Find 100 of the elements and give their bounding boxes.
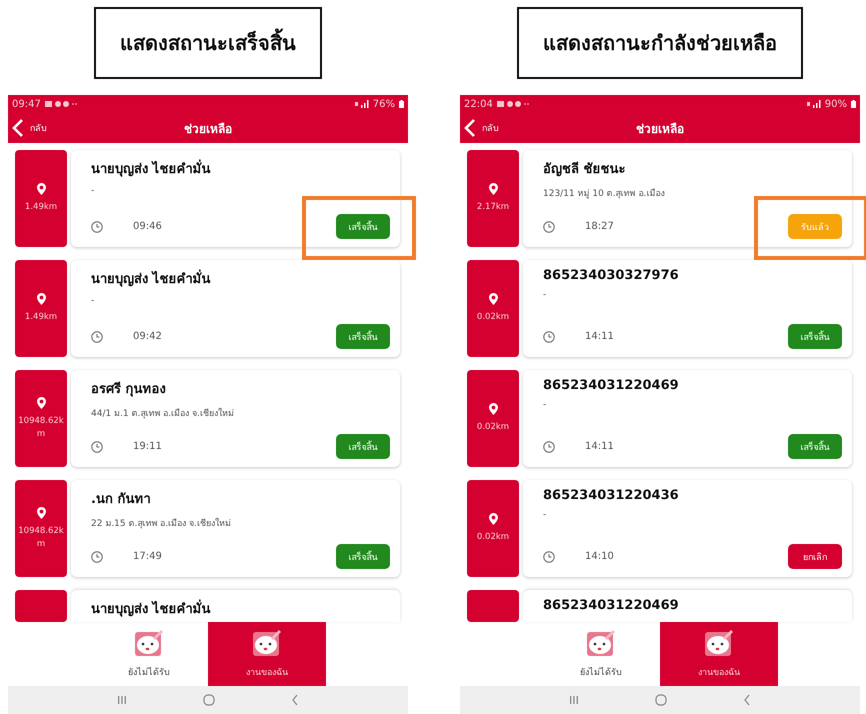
status-button[interactable]: เสร็จสิ้น [336,324,390,349]
location-pin-icon [36,396,46,409]
request-card[interactable]: 865234031220469 - 14:11 เสร็จสิ้น [523,370,852,467]
status-button[interactable]: เสร็จสิ้น [788,324,842,349]
cartoon-face-icon [134,629,164,657]
signal-icon [354,100,369,108]
address-text: - [543,290,548,300]
status-button[interactable]: เสร็จสิ้น [336,434,390,459]
distance-text: 1.49km [24,311,58,324]
address-text: - [91,296,96,306]
status-button[interactable]: ยกเลิก [788,544,842,569]
distance-tile[interactable] [467,590,519,622]
status-button[interactable]: เสร็จสิ้น [336,214,390,239]
requester-name: 865234030327976 [543,268,680,283]
clock-icon [543,220,555,232]
address-text: - [543,510,548,520]
caption-label: แสดงสถานะเสร็จสิ้น [94,7,322,79]
back-chevron-icon [12,118,24,138]
distance-tile[interactable]: 1.49km [15,260,67,357]
page-title: ช่วยเหลือ [636,120,684,138]
cartoon-face-icon [704,629,734,657]
back-icon[interactable] [291,694,299,706]
requester-name: อัญชลี ชัยชนะ [543,160,627,179]
distance-tile[interactable]: 10948.62km [15,370,67,467]
distance-tile[interactable]: 0.02km [467,260,519,357]
time-text: 18:27 [585,221,614,232]
address-text: - [543,400,548,410]
notification-icons-drawing [496,100,531,108]
clock-icon [91,330,103,342]
bottom-tab[interactable]: งานของฉัน [208,622,326,686]
distance-tile[interactable]: 0.02km [467,370,519,467]
requester-name: นายบุญส่ง ไชยคำมั่น [91,268,390,289]
status-time: 22:04 [464,98,493,110]
distance-text: 0.02km [476,531,510,544]
requester-name: นายบุญส่ง ไชยคำมั่น [91,598,390,619]
address-text: 123/11 หมู่ 10 ต.สุเทพ อ.เมือง [543,188,666,200]
request-card[interactable]: .นก กันทา 22 ม.15 ต.สุเทพ อ.เมือง จ.เชียงใหม่ 17:49 เสร็จสิ้น [71,480,400,577]
time-text: 14:11 [585,441,614,452]
request-card[interactable]: 865234031220436 - 14:10 ยกเลิก [523,480,852,577]
distance-text: 2.17km [476,201,510,214]
home-icon[interactable] [203,694,215,706]
back-button[interactable]: กลับ [8,118,51,138]
clock-icon [91,220,103,232]
request-card[interactable]: อรศรี กุนทอง 44/1 ม.1 ต.สุเทพ อ.เมือง จ.เชียงใหม่ 19:11 เสร็จสิ้น [71,370,400,467]
recent-apps-icon[interactable] [569,695,579,705]
requester-name: 865234031220436 [543,488,680,503]
home-icon[interactable] [655,694,667,706]
time-text: 09:42 [133,331,162,342]
location-pin-icon [36,506,46,519]
battery-icon [851,100,856,108]
location-pin-icon [488,293,498,306]
status-button[interactable]: เสร็จสิ้น [336,544,390,569]
back-button[interactable]: กลับ [460,118,503,138]
distance-tile[interactable]: 2.17km [467,150,519,247]
distance-text: 10948.62km [17,524,65,550]
location-pin-icon [36,293,46,306]
distance-text: 0.02km [476,421,510,434]
request-card[interactable]: อัญชลี ชัยชนะ 123/11 หมู่ 10 ต.สุเทพ อ.เมือง 18:27 รับแล้ว [523,150,852,247]
request-card[interactable]: 865234031220469 [523,590,852,622]
location-pin-icon [488,513,498,526]
clock-icon [543,330,555,342]
distance-text: 1.49km [24,201,58,214]
requester-name: อรศรี กุนทอง [91,380,167,399]
recent-apps-icon[interactable] [117,695,127,705]
time-text: 14:10 [585,551,614,562]
address-text: 44/1 ม.1 ต.สุเทพ อ.เมือง จ.เชียงใหม่ [91,406,235,420]
cartoon-face-icon [252,629,282,657]
distance-tile[interactable]: 0.02km [467,480,519,577]
notification-icons-drawing [44,100,79,108]
clock-icon [91,440,103,452]
battery-percent: 90% [824,98,847,110]
clock-icon [543,440,555,452]
request-card[interactable]: นายบุญส่ง ไชยคำมั่น [71,590,400,622]
status-time: 09:47 [12,98,41,110]
distance-tile[interactable] [15,590,67,622]
requester-name: .นก กันทา [91,491,152,509]
request-card[interactable]: 865234030327976 - 14:11 เสร็จสิ้น [523,260,852,357]
time-text: 19:11 [133,441,162,452]
request-card[interactable]: นายบุญส่ง ไชยคำมั่น - 09:46 เสร็จสิ้น [71,150,400,247]
back-icon[interactable] [743,694,751,706]
back-chevron-icon [464,118,476,138]
battery-icon [399,100,404,108]
address-text: - [91,186,96,196]
distance-tile[interactable]: 10948.62km [15,480,67,577]
location-pin-icon [488,183,498,196]
bottom-tab[interactable]: งานของฉัน [660,622,778,686]
requester-name: 865234031220469 [543,378,680,393]
distance-text: 10948.62km [17,414,65,440]
status-button[interactable]: เสร็จสิ้น [788,434,842,459]
battery-percent: 76% [372,98,395,110]
caption-label: แสดงสถานะกำลังช่วยเหลือ [517,7,803,79]
distance-tile[interactable]: 1.49km [15,150,67,247]
request-card[interactable]: นายบุญส่ง ไชยคำมั่น - 09:42 เสร็จสิ้น [71,260,400,357]
page-title: ช่วยเหลือ [184,120,232,138]
signal-icon [806,100,821,108]
cartoon-face-icon [586,629,616,657]
location-pin-icon [36,183,46,196]
requester-name: นายบุญส่ง ไชยคำมั่น [91,158,390,179]
clock-icon [91,550,103,562]
clock-icon [543,550,555,562]
